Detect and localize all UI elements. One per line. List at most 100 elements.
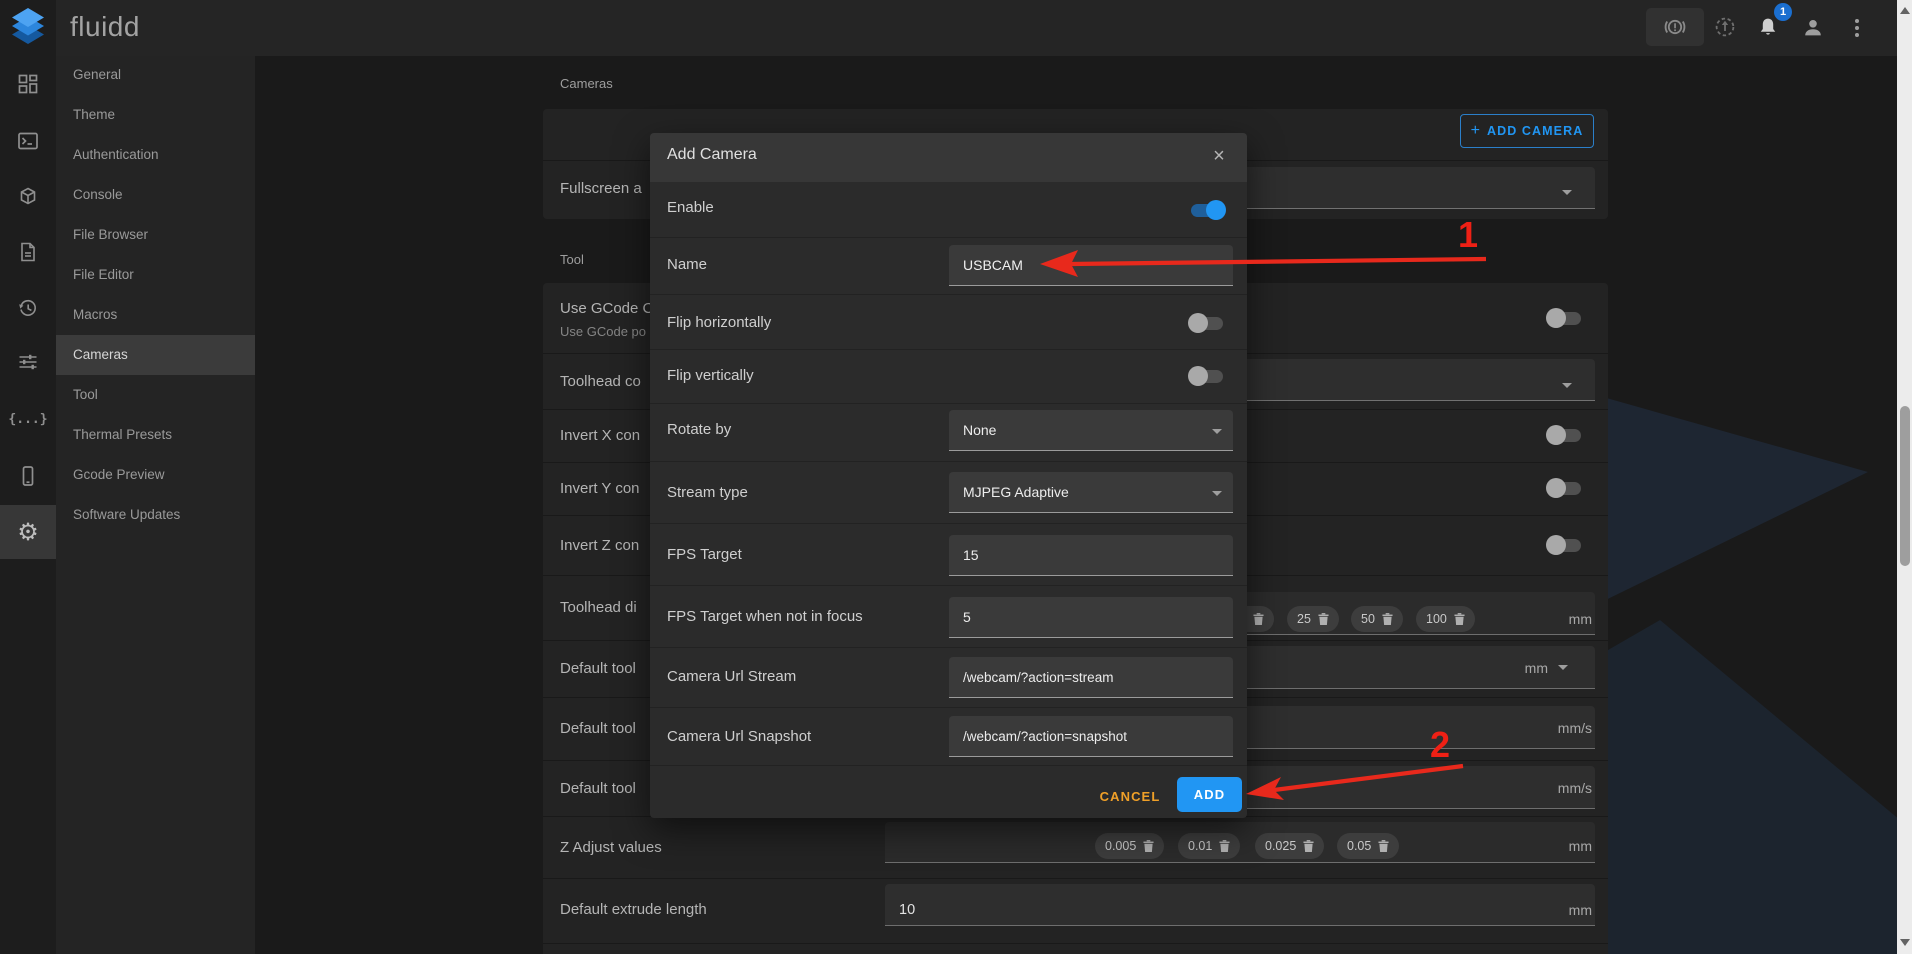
- dialog-separator: [650, 349, 1247, 350]
- macros-nav-button[interactable]: {...}: [8, 408, 48, 432]
- z-adjust-chip[interactable]: 0.05: [1337, 833, 1399, 859]
- setting-row-label: Default tool: [560, 716, 636, 742]
- z-adjust-chip[interactable]: 0.01: [1178, 833, 1240, 859]
- trash-icon[interactable]: [1318, 613, 1329, 626]
- distance-chip[interactable]: 25: [1287, 606, 1339, 632]
- file-document-icon: [16, 240, 40, 264]
- dialog-row-label: Rotate by: [667, 418, 731, 442]
- emergency-stop-icon: [1662, 14, 1688, 40]
- dialog-separator: [650, 585, 1247, 586]
- update-icon: [1712, 14, 1738, 40]
- setting-row-label: Invert Z con: [560, 533, 639, 559]
- chip-value: 0.01: [1188, 839, 1212, 853]
- account-button[interactable]: [1800, 15, 1826, 41]
- extrude-length-input[interactable]: [885, 884, 1595, 925]
- dialog-row-label: Flip horizontally: [667, 311, 771, 335]
- fps-target-value: 15: [963, 547, 979, 563]
- device-nav-button[interactable]: [16, 464, 40, 488]
- dashboard-nav-button[interactable]: [16, 72, 40, 96]
- stream-type-select[interactable]: MJPEG Adaptive: [949, 472, 1233, 513]
- scrollbar-thumb[interactable]: [1900, 406, 1910, 566]
- update-button[interactable]: [1712, 14, 1738, 40]
- trash-icon[interactable]: [1253, 613, 1264, 626]
- history-nav-button[interactable]: [16, 296, 40, 320]
- tune-sliders-icon: [16, 350, 40, 374]
- dialog-row-label: Name: [667, 253, 707, 277]
- dashboard-icon: [16, 72, 40, 96]
- app-logo[interactable]: [10, 7, 46, 45]
- flip-horizontal-toggle[interactable]: [1188, 311, 1226, 335]
- setting-row-label: Default tool: [560, 656, 636, 682]
- row-separator: [543, 943, 1608, 944]
- scrollbar-track[interactable]: [1897, 0, 1912, 954]
- trash-icon[interactable]: [1454, 613, 1465, 626]
- fps-unfocused-value: 5: [963, 609, 971, 625]
- unit-label: mm: [1525, 606, 1592, 633]
- camera-url-snapshot-input[interactable]: /webcam/?action=snapshot: [949, 716, 1233, 757]
- cancel-button[interactable]: CANCEL: [1085, 783, 1175, 811]
- z-adjust-chip[interactable]: 0.005: [1095, 833, 1164, 859]
- distance-chip[interactable]: 100: [1416, 606, 1475, 632]
- rotate-by-select[interactable]: None: [949, 410, 1233, 451]
- nav-item-general[interactable]: General: [56, 55, 255, 95]
- enable-toggle[interactable]: [1188, 198, 1226, 222]
- nav-item-thermal-presets[interactable]: Thermal Presets: [56, 415, 255, 455]
- z-adjust-chip[interactable]: 0.025: [1255, 833, 1324, 859]
- invert-z-toggle[interactable]: [1546, 533, 1584, 557]
- dialog-separator: [650, 707, 1247, 708]
- scroll-up-icon[interactable]: [1900, 7, 1910, 14]
- fps-unfocused-input[interactable]: 5: [949, 597, 1233, 638]
- invert-y-toggle[interactable]: [1546, 476, 1584, 500]
- nav-item-macros[interactable]: Macros: [56, 295, 255, 335]
- trash-icon[interactable]: [1303, 840, 1314, 853]
- plus-icon: +: [1471, 122, 1480, 140]
- history-icon: [16, 296, 40, 320]
- tune-nav-button[interactable]: [16, 350, 40, 374]
- nav-item-tool[interactable]: Tool: [56, 375, 255, 415]
- add-camera-button-label: ADD CAMERA: [1487, 124, 1583, 138]
- setting-row-label: Toolhead di: [560, 595, 637, 621]
- camera-url-stream-input[interactable]: /webcam/?action=stream: [949, 657, 1233, 698]
- printer-nav-button[interactable]: [16, 184, 40, 208]
- flip-vertical-toggle[interactable]: [1188, 364, 1226, 388]
- nav-item-gcode-preview[interactable]: Gcode Preview: [56, 455, 255, 495]
- fluidd-logo-icon: [10, 7, 46, 45]
- setting-row-label: Toolhead co: [560, 369, 641, 395]
- notifications-button[interactable]: 1: [1755, 15, 1781, 41]
- settings-nav-button[interactable]: ⚙: [0, 505, 56, 559]
- distance-chip[interactable]: 50: [1351, 606, 1403, 632]
- trash-icon[interactable]: [1143, 840, 1154, 853]
- files-nav-button[interactable]: [16, 240, 40, 264]
- close-icon[interactable]: ×: [1206, 143, 1232, 169]
- add-button[interactable]: ADD: [1177, 777, 1242, 812]
- scroll-down-icon[interactable]: [1900, 939, 1910, 946]
- unit-label: mm: [1525, 833, 1592, 860]
- console-icon: [16, 129, 40, 153]
- camera-url-stream-value: /webcam/?action=stream: [963, 670, 1113, 685]
- use-gcode-toggle[interactable]: [1546, 306, 1584, 330]
- trash-icon[interactable]: [1382, 613, 1393, 626]
- nav-item-console[interactable]: Console: [56, 175, 255, 215]
- nav-item-file-editor[interactable]: File Editor: [56, 255, 255, 295]
- trash-icon[interactable]: [1219, 840, 1230, 853]
- nav-item-cameras[interactable]: Cameras: [56, 335, 255, 375]
- overflow-menu-button[interactable]: [1845, 15, 1869, 41]
- invert-x-toggle[interactable]: [1546, 423, 1584, 447]
- z-adjust-input[interactable]: [885, 822, 1595, 862]
- trash-icon[interactable]: [1378, 840, 1389, 853]
- chip-value: 0.025: [1265, 839, 1296, 853]
- fps-target-input[interactable]: 15: [949, 535, 1233, 576]
- nav-item-theme[interactable]: Theme: [56, 95, 255, 135]
- add-camera-button[interactable]: + ADD CAMERA: [1460, 114, 1594, 148]
- nav-item-authentication[interactable]: Authentication: [56, 135, 255, 175]
- dialog-row-label: Camera Url Snapshot: [667, 725, 811, 749]
- dialog-row-label: FPS Target: [667, 543, 742, 567]
- emergency-stop-button[interactable]: [1646, 8, 1704, 46]
- console-nav-button[interactable]: [16, 129, 40, 153]
- fluidd-settings-page: fluidd 1: [0, 0, 1912, 954]
- nav-item-file-browser[interactable]: File Browser: [56, 215, 255, 255]
- nav-item-software-updates[interactable]: Software Updates: [56, 495, 255, 535]
- chip-value: 100: [1426, 612, 1447, 626]
- dialog-separator: [650, 765, 1247, 766]
- camera-name-input[interactable]: USBCAM: [949, 245, 1233, 286]
